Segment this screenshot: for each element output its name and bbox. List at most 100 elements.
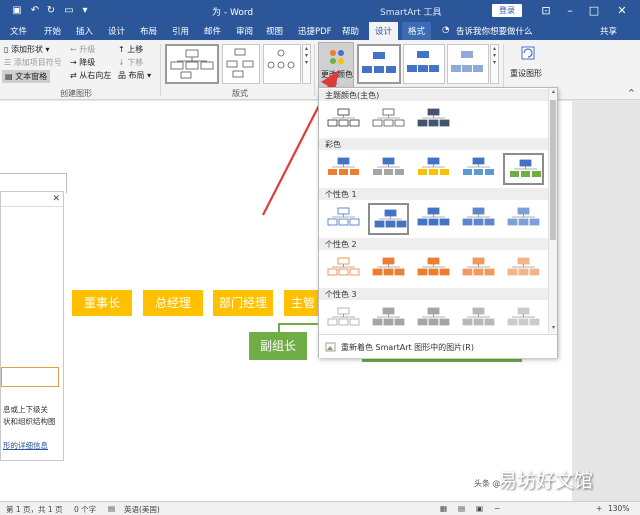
lightbulb-icon: ◔ — [442, 25, 450, 35]
tab-home[interactable]: 开始 — [44, 25, 61, 37]
color-option[interactable] — [503, 303, 544, 335]
tab-references[interactable]: 引用 — [172, 25, 189, 37]
color-option[interactable] — [413, 153, 454, 185]
color-option[interactable] — [458, 203, 499, 235]
layouts-group-label: 版式 — [232, 89, 248, 98]
color-option-preview — [507, 257, 540, 276]
color-option[interactable] — [413, 203, 454, 235]
open-icon[interactable]: ▭ — [62, 4, 76, 18]
reset-graphic-icon — [521, 46, 535, 60]
text-pane-input[interactable] — [1, 367, 59, 387]
recolor-pictures-option[interactable]: 重新着色 SmartArt 图形中的图片(R) — [319, 334, 557, 358]
color-option[interactable] — [458, 253, 499, 285]
save-icon[interactable]: ▣ — [10, 4, 24, 18]
tab-insert[interactable]: 插入 — [76, 25, 93, 37]
layout-option-1[interactable] — [165, 44, 219, 84]
zoom-out-icon[interactable]: − — [494, 504, 500, 513]
dropdown-scrollbar[interactable]: ▴ ▾ — [548, 88, 557, 333]
maximize-icon[interactable]: □ — [584, 2, 604, 20]
add-bullet-button[interactable]: ☰ 添加项目符号 — [4, 57, 62, 68]
zoom-in-icon[interactable]: + — [596, 504, 602, 513]
redo-icon[interactable]: ↻ — [44, 4, 58, 18]
language-status[interactable]: 英语(美国) — [124, 504, 160, 515]
text-pane-more-info-link[interactable]: 形的详细信息 — [3, 440, 48, 451]
proofing-icon[interactable]: ▤ — [108, 504, 115, 513]
page-count[interactable]: 第 1 页，共 1 页 — [6, 504, 63, 515]
collapse-ribbon-icon[interactable]: ^ — [628, 88, 635, 97]
smartart-text-pane[interactable]: ✕ 息或上下级关 状和组织结构图 形的详细信息 — [0, 191, 64, 461]
undo-icon[interactable]: ↶ — [28, 4, 42, 18]
tab-help[interactable]: 帮助 — [342, 25, 359, 37]
smartart-frame-edge — [0, 173, 66, 174]
org-node-sub[interactable]: 副组长 — [249, 332, 307, 360]
move-up-button[interactable]: ↑ 上移 — [118, 44, 143, 55]
word-count[interactable]: 0 个字 — [74, 504, 96, 515]
tab-review[interactable]: 审阅 — [236, 25, 253, 37]
color-option[interactable] — [458, 303, 499, 335]
web-layout-icon[interactable]: ▣ — [476, 504, 483, 513]
color-option[interactable] — [323, 153, 364, 185]
right-to-left-button[interactable]: ⇄ 从右向左 — [70, 70, 111, 81]
close-text-pane-icon[interactable]: ✕ — [52, 194, 60, 204]
change-colors-dropdown[interactable]: 主题颜色(主色) 彩色 个性色 1 个性色 2 个性色 3 ▴ ▾ 重新着色 S… — [318, 87, 558, 358]
styles-scroll[interactable]: ▴ ▾ ▾ — [490, 44, 499, 84]
color-option[interactable] — [458, 153, 499, 185]
scroll-down-icon[interactable]: ▾ — [549, 324, 558, 331]
move-down-button[interactable]: ↓ 下移 — [118, 57, 143, 68]
style-option-2[interactable] — [403, 44, 445, 84]
demote-button[interactable]: → 降级 — [70, 57, 95, 68]
document-title: 为 - Word — [212, 8, 254, 18]
print-layout-icon[interactable]: ▤ — [458, 504, 465, 513]
color-option[interactable] — [503, 253, 544, 285]
color-option[interactable] — [323, 104, 364, 136]
color-option[interactable] — [323, 203, 364, 235]
color-option-preview — [418, 157, 449, 175]
color-option-preview — [417, 207, 450, 226]
color-option[interactable] — [368, 203, 409, 235]
color-option[interactable] — [368, 253, 409, 285]
tab-view[interactable]: 视图 — [266, 25, 283, 37]
tell-me-search[interactable]: 告诉我你想要做什么 — [456, 25, 533, 37]
zoom-level[interactable]: 130% — [608, 504, 629, 513]
minimize-icon[interactable]: – — [560, 2, 580, 20]
color-option[interactable] — [368, 104, 409, 136]
tab-layout[interactable]: 布局 — [140, 25, 157, 37]
recolor-pictures-icon — [325, 342, 336, 352]
reset-graphic-button[interactable]: 重设图形 — [510, 44, 546, 84]
org-node[interactable]: 董事长 — [72, 290, 132, 316]
scroll-thumb[interactable] — [550, 100, 556, 240]
color-option[interactable] — [323, 303, 364, 335]
read-mode-icon[interactable]: ▦ — [440, 504, 447, 513]
org-node[interactable]: 部门经理 — [213, 290, 273, 316]
style-option-3[interactable] — [447, 44, 489, 84]
layout-button[interactable]: 品 布局 ▾ — [118, 70, 151, 81]
org-node[interactable]: 总经理 — [143, 290, 203, 316]
share-button[interactable]: 共享 — [600, 25, 617, 37]
color-option-preview — [463, 157, 494, 175]
login-button[interactable]: 登录 — [492, 4, 522, 17]
scroll-up-icon[interactable]: ▴ — [549, 88, 558, 95]
tab-file[interactable]: 文件 — [10, 25, 27, 37]
color-option[interactable] — [503, 203, 544, 235]
text-pane-button[interactable]: ▤ 文本窗格 — [2, 70, 51, 83]
tab-mailings[interactable]: 邮件 — [204, 25, 221, 37]
color-option[interactable] — [323, 253, 364, 285]
org-node[interactable]: 主管 — [284, 290, 322, 316]
color-option[interactable] — [413, 253, 454, 285]
color-option[interactable] — [413, 104, 454, 136]
text-pane-help-text: 状和组织结构图 — [3, 417, 56, 426]
color-option[interactable] — [503, 153, 544, 185]
customize-qa-icon[interactable]: ▾ — [78, 4, 92, 18]
ribbon-options-icon[interactable]: ⊡ — [536, 2, 556, 20]
color-option[interactable] — [413, 303, 454, 335]
close-icon[interactable]: ✕ — [612, 2, 632, 20]
promote-button[interactable]: ← 升级 — [70, 44, 95, 55]
style-option-1[interactable] — [357, 44, 401, 84]
tab-smartart-design[interactable]: 设计 — [369, 22, 399, 40]
tab-xunjie-pdf[interactable]: 迅捷PDF — [298, 25, 332, 37]
tab-design[interactable]: 设计 — [108, 25, 125, 37]
tab-smartart-format[interactable]: 格式 — [402, 22, 432, 40]
color-option[interactable] — [368, 303, 409, 335]
add-shape-button[interactable]: ▯ 添加形状 ▾ — [4, 44, 50, 55]
color-option[interactable] — [368, 153, 409, 185]
